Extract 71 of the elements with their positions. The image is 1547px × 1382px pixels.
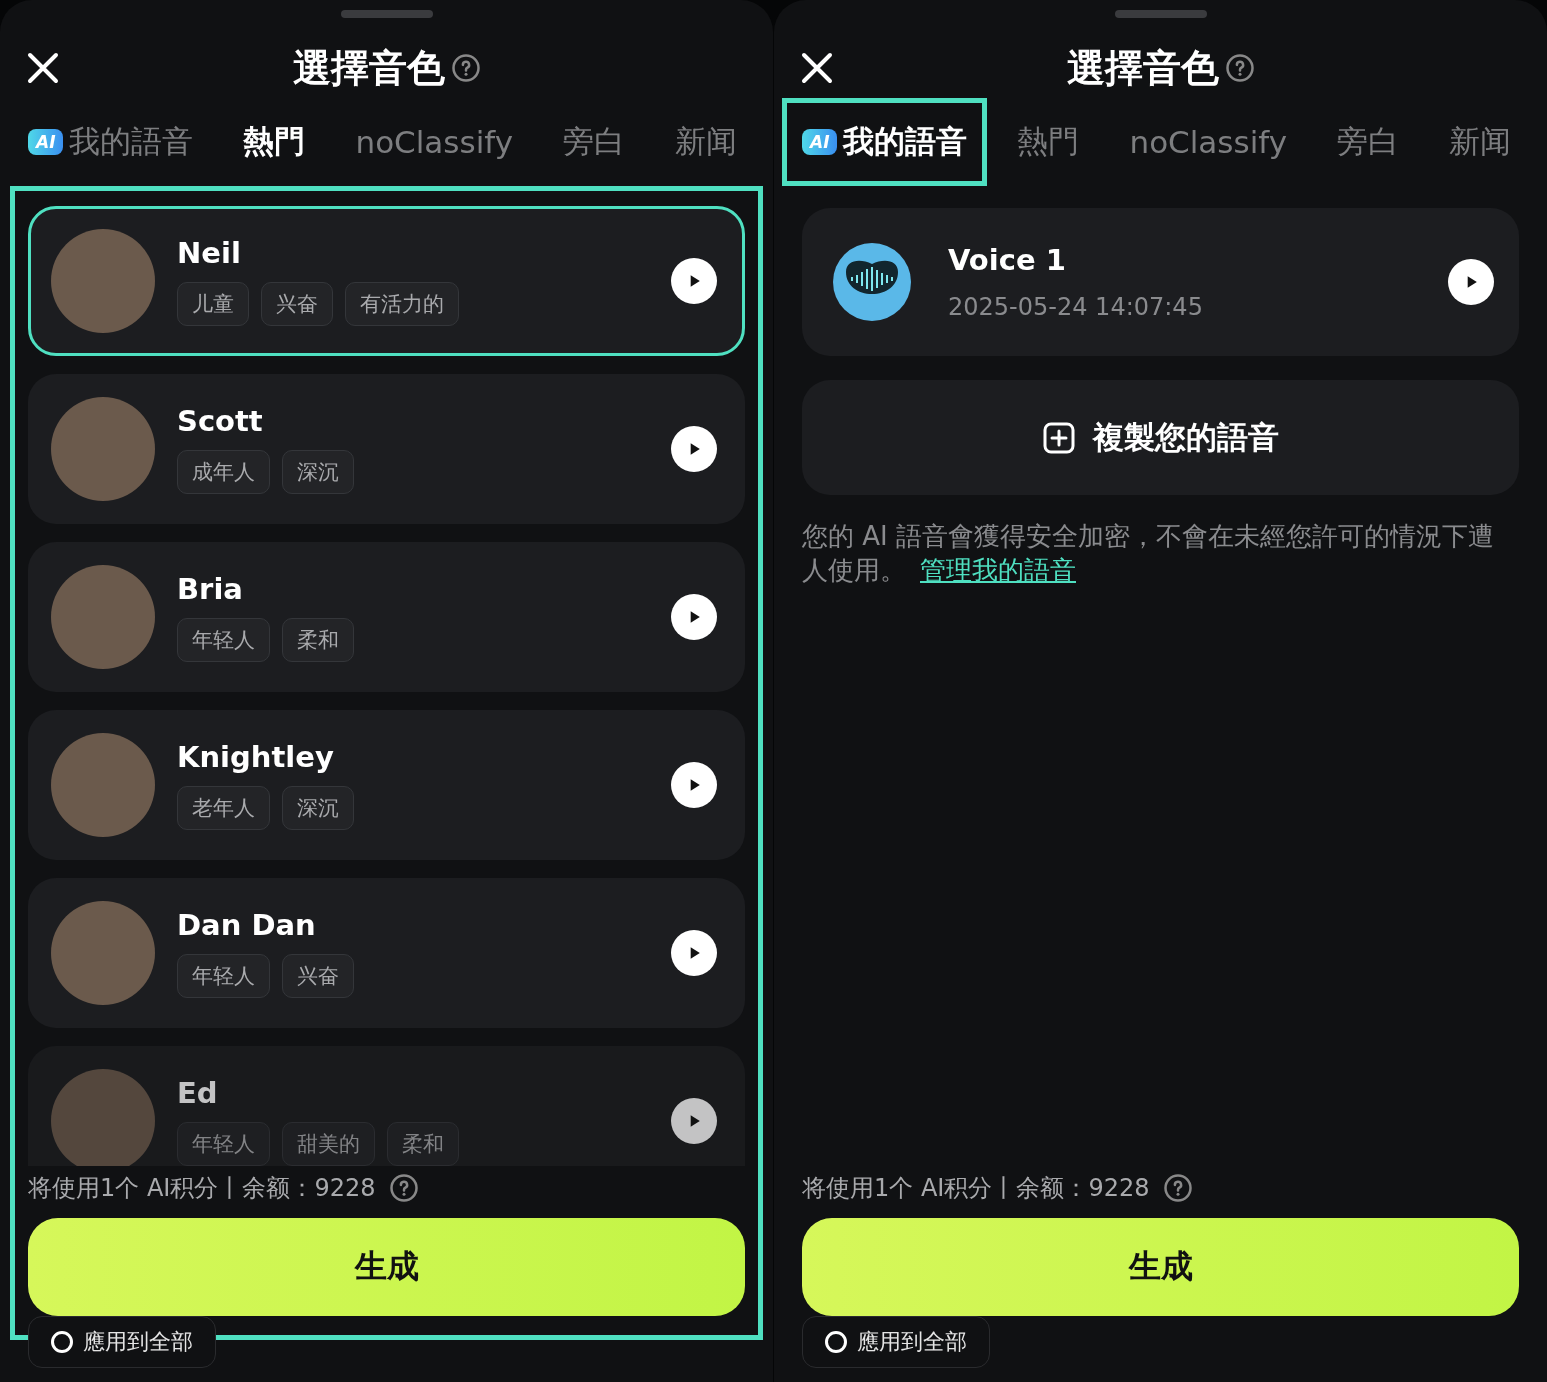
voice-name: Knightley xyxy=(177,740,335,774)
voice-name: Bria xyxy=(177,572,244,606)
ai-badge: AI xyxy=(28,129,64,155)
ai-badge: AI xyxy=(802,129,838,155)
voice-tag: 年轻人 xyxy=(177,1122,270,1166)
voice-card[interactable]: Bria 年轻人 柔和 xyxy=(28,542,745,692)
play-button[interactable] xyxy=(1448,259,1494,305)
tab[interactable]: noClassify xyxy=(335,98,533,186)
tab[interactable]: 新闻 xyxy=(655,98,757,186)
tab[interactable]: 旁白 xyxy=(543,98,645,186)
voice-card[interactable]: Voice 1 2025-05-24 14:07:45 xyxy=(802,208,1519,356)
help-icon[interactable] xyxy=(389,1173,420,1203)
help-icon[interactable] xyxy=(1224,53,1255,83)
voice-tag: 兴奋 xyxy=(282,954,354,998)
voice-card[interactable]: Ed 年轻人 甜美的 柔和 xyxy=(28,1046,745,1166)
voice-name: Voice 1 xyxy=(948,243,1067,277)
play-button[interactable] xyxy=(671,426,717,472)
voice-tag: 儿童 xyxy=(177,282,249,326)
voice-card[interactable]: Knightley 老年人 深沉 xyxy=(28,710,745,860)
sheet-title: 選擇音色 xyxy=(1066,44,1219,92)
radio-circle[interactable] xyxy=(825,1331,847,1353)
close-button[interactable] xyxy=(800,51,834,85)
clone-voice-button[interactable]: 複製您的語音 xyxy=(802,380,1519,495)
plus-icon xyxy=(1042,421,1075,454)
privacy-notice: 您的 AI 語音會獲得安全加密，不會在未經您許可的情況下遭人使用。 管理我的語音 xyxy=(802,520,1495,587)
play-button[interactable] xyxy=(671,594,717,640)
voice-card[interactable]: Scott 成年人 深沉 xyxy=(28,374,745,524)
voice-card[interactable]: Dan Dan 年轻人 兴奋 xyxy=(28,878,745,1028)
voice-tag: 甜美的 xyxy=(282,1122,375,1166)
voice-tag: 有活力的 xyxy=(345,282,459,326)
tab[interactable]: AI 我的語音 xyxy=(782,98,988,186)
voice-tag: 年轻人 xyxy=(177,618,270,662)
tab[interactable]: noClassify xyxy=(1109,98,1307,186)
voice-tag: 深沉 xyxy=(282,786,354,830)
play-button[interactable] xyxy=(671,930,717,976)
credits-text: 将使用1个 AI积分丨余额：9228 xyxy=(802,1173,1150,1204)
close-button[interactable] xyxy=(26,51,60,85)
apply-all-toggle[interactable]: 應用到全部 xyxy=(802,1316,990,1368)
generate-button[interactable]: 生成 xyxy=(802,1218,1519,1316)
tab[interactable]: 旁白 xyxy=(1317,98,1419,186)
voice-name: Ed xyxy=(177,1076,219,1110)
voice-tag: 兴奋 xyxy=(261,282,333,326)
voice-name: Dan Dan xyxy=(177,908,317,942)
help-icon[interactable] xyxy=(1163,1173,1194,1203)
voice-tag: 老年人 xyxy=(177,786,270,830)
play-button[interactable] xyxy=(671,1098,717,1144)
voice-name: Neil xyxy=(177,236,242,270)
voice-name: Scott xyxy=(177,404,264,438)
credits-text: 将使用1个 AI积分丨余额：9228 xyxy=(28,1173,376,1204)
waveform-avatar-icon xyxy=(832,242,912,322)
voice-tag: 深沉 xyxy=(282,450,354,494)
manage-voices-link[interactable]: 管理我的語音 xyxy=(920,555,1076,585)
drag-handle[interactable] xyxy=(1114,10,1207,18)
tab[interactable]: 熱門 xyxy=(223,98,326,186)
voice-tag: 柔和 xyxy=(387,1122,459,1166)
play-button[interactable] xyxy=(671,258,717,304)
radio-circle[interactable] xyxy=(51,1331,73,1353)
tab[interactable]: 新闻 xyxy=(1429,98,1531,186)
generate-button[interactable]: 生成 xyxy=(28,1218,745,1316)
tab[interactable]: 熱門 xyxy=(997,98,1100,186)
voice-card[interactable]: Neil 儿童 兴奋 有活力的 xyxy=(28,206,745,356)
voice-date: 2025-05-24 14:07:45 xyxy=(948,293,1204,321)
voice-tag: 年轻人 xyxy=(177,954,270,998)
play-button[interactable] xyxy=(671,762,717,808)
voice-tag: 成年人 xyxy=(177,450,270,494)
voice-tag: 柔和 xyxy=(282,618,354,662)
drag-handle[interactable] xyxy=(340,10,433,18)
sheet-title: 選擇音色 xyxy=(292,44,445,92)
help-icon[interactable] xyxy=(450,53,481,83)
tab[interactable]: AI 我的語音 xyxy=(8,98,214,186)
apply-all-toggle[interactable]: 應用到全部 xyxy=(28,1316,216,1368)
